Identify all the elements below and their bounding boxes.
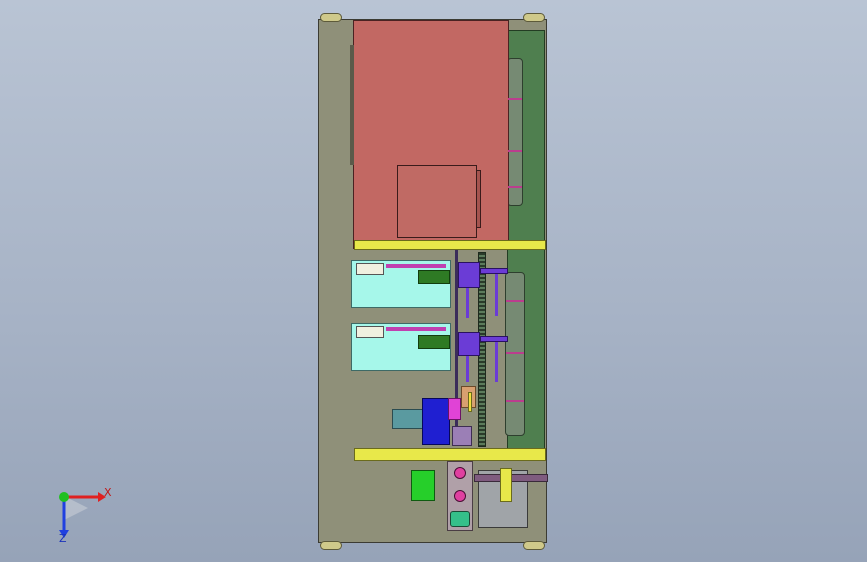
drive-motor[interactable] <box>422 398 450 445</box>
top-left-foot <box>320 13 342 22</box>
upper-crossbar[interactable] <box>354 240 546 250</box>
upper-rail-slot <box>507 58 523 206</box>
lower-cylinder <box>356 326 384 338</box>
upper-gripper-finger-right <box>495 274 498 316</box>
bottom-left-foot <box>320 541 342 550</box>
upper-rod <box>386 264 446 268</box>
upper-gripper-finger-left <box>466 288 469 318</box>
lower-gripper-arm <box>480 336 508 342</box>
fitting-connector <box>450 511 470 527</box>
lower-rail-slot <box>505 272 525 436</box>
lower-green-block <box>418 335 450 349</box>
coordinate-triad: X Z <box>48 480 118 550</box>
rail-tick <box>508 150 522 152</box>
valve-port-lower <box>454 490 466 502</box>
lower-gripper[interactable] <box>458 332 480 356</box>
rail-tick <box>508 186 522 188</box>
upper-gripper[interactable] <box>458 262 480 288</box>
plate-edge-strip <box>350 45 354 165</box>
lower-yellow-clip <box>500 468 512 502</box>
upper-green-block <box>418 270 450 284</box>
upper-gripper-arm <box>480 268 508 274</box>
control-box[interactable] <box>411 470 435 501</box>
housing-side-lip <box>476 170 481 228</box>
rail-tick <box>506 300 524 302</box>
lower-gripper-finger-right <box>495 342 498 382</box>
rail-tick <box>506 352 524 354</box>
rail-tick <box>506 400 524 402</box>
lower-crossbar[interactable] <box>354 448 546 461</box>
bottom-right-foot <box>523 541 545 550</box>
motor-shaft-housing <box>392 409 424 429</box>
gearbox <box>452 426 472 446</box>
rail-tick <box>508 98 522 100</box>
lower-gripper-finger-left <box>466 356 469 382</box>
valve-port-upper <box>454 467 466 479</box>
motor-coupler <box>448 398 461 420</box>
upper-cylinder <box>356 263 384 275</box>
lower-rod <box>386 327 446 331</box>
x-axis-label: X <box>104 486 112 499</box>
z-axis-label: Z <box>59 532 67 545</box>
inner-housing[interactable] <box>397 165 477 238</box>
top-right-foot <box>523 13 545 22</box>
sensor-pin <box>468 392 472 412</box>
